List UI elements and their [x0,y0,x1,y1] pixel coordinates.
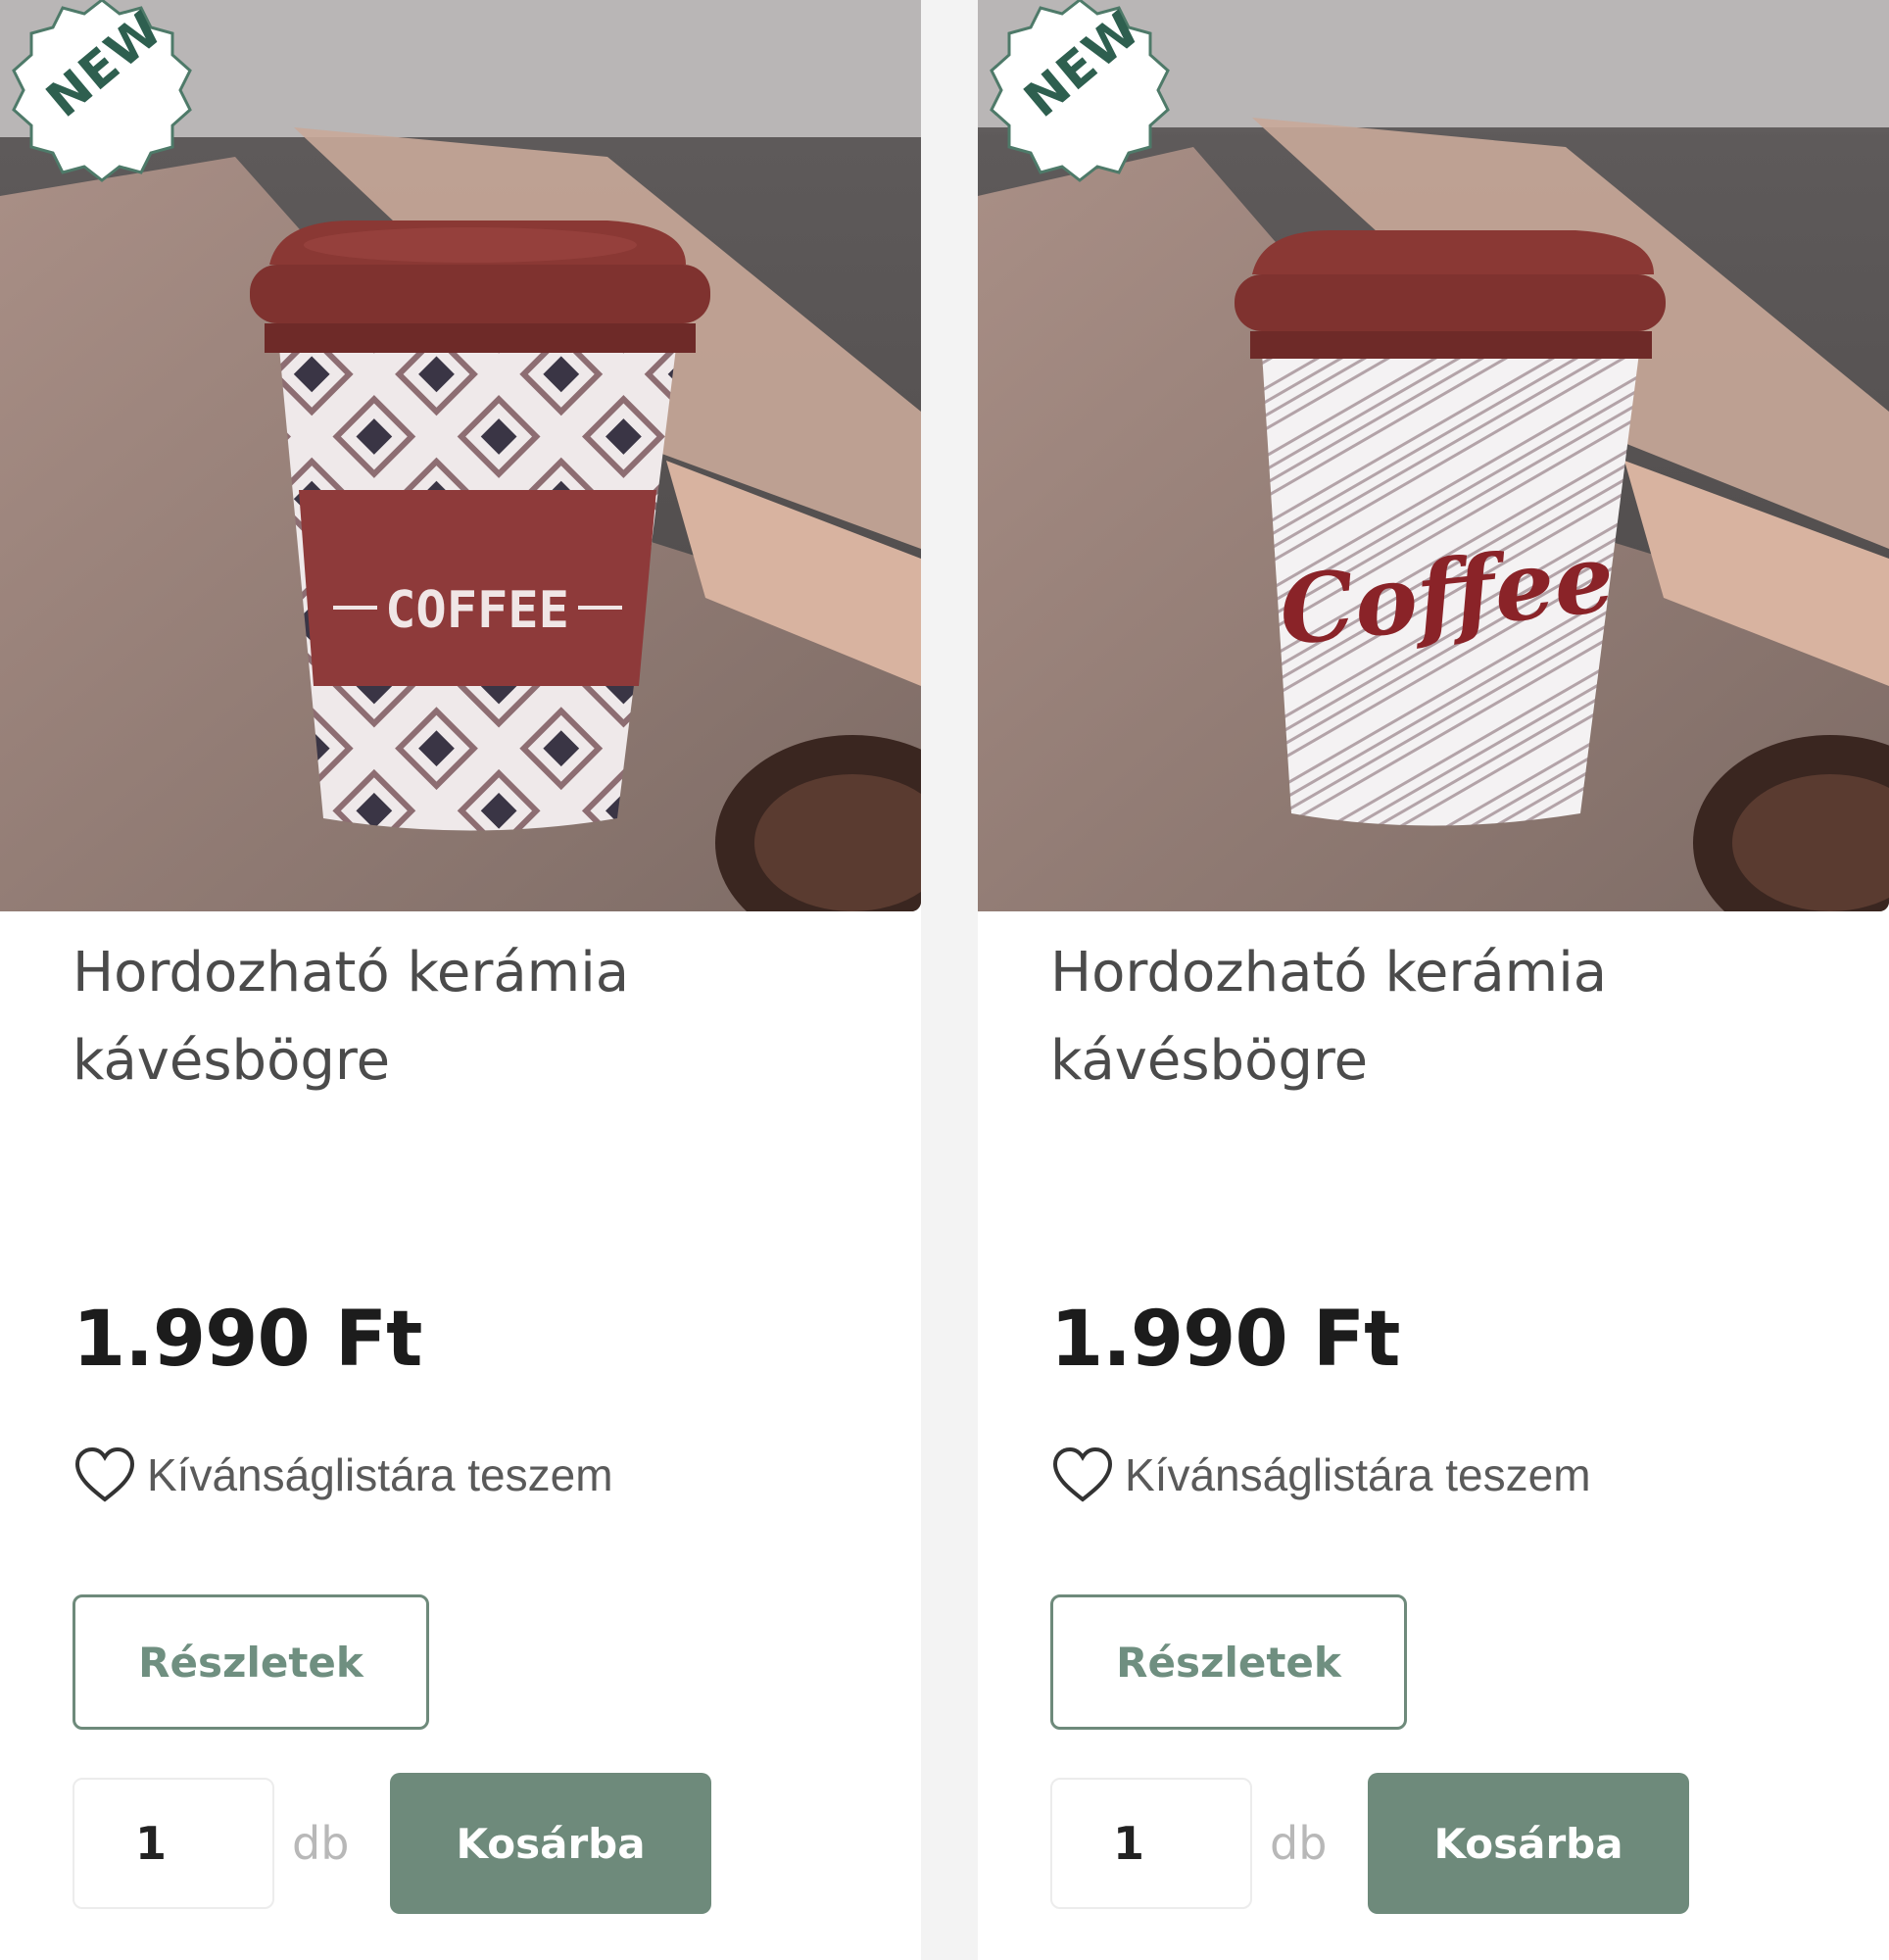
product-price: 1.990 Ft [73,1296,422,1384]
product-title[interactable]: Hordozható kerámia kávésbögre [73,929,817,1105]
heart-outline-icon [1052,1446,1113,1502]
product-title-line2: kávésbögre [1050,1029,1369,1093]
details-button[interactable]: Részletek [1050,1594,1407,1730]
product-image[interactable]: Coffee NEW [978,0,1889,911]
product-title-line1: Hordozható kerámia [73,941,630,1004]
product-title-line2: kávésbögre [73,1029,391,1093]
new-badge: NEW [4,0,200,188]
product-card: Coffee NEW Hordozható kerámia kávésbögre… [978,0,1889,1960]
new-badge: NEW [982,0,1178,188]
cup-logo-text: COFFEE [385,581,569,640]
add-to-cart-button[interactable]: Kosárba [1368,1773,1689,1914]
details-button[interactable]: Részletek [73,1594,429,1730]
wishlist-label: Kívánságlistára teszem [147,1449,613,1500]
wishlist-link[interactable]: Kívánságlistára teszem [1050,1441,1591,1509]
wishlist-link[interactable]: Kívánságlistára teszem [73,1441,613,1509]
heart-outline-icon [74,1446,135,1502]
quantity-input[interactable] [73,1778,274,1909]
add-to-cart-row: db Kosárba [1050,1773,1689,1914]
add-to-cart-button[interactable]: Kosárba [390,1773,711,1914]
quantity-input[interactable] [1050,1778,1252,1909]
quantity-unit: db [1270,1817,1328,1870]
product-title[interactable]: Hordozható kerámia kávésbögre [1050,929,1795,1105]
wishlist-label: Kívánságlistára teszem [1125,1449,1591,1500]
product-grid: COFFEE NEW Hordozható kerámia kávésbögre [0,0,1889,1960]
product-price: 1.990 Ft [1050,1296,1400,1384]
product-card: COFFEE NEW Hordozható kerámia kávésbögre [0,0,921,1960]
product-image[interactable]: COFFEE NEW [0,0,921,911]
product-title-line1: Hordozható kerámia [1050,941,1608,1004]
quantity-unit: db [292,1817,350,1870]
add-to-cart-row: db Kosárba [73,1773,711,1914]
